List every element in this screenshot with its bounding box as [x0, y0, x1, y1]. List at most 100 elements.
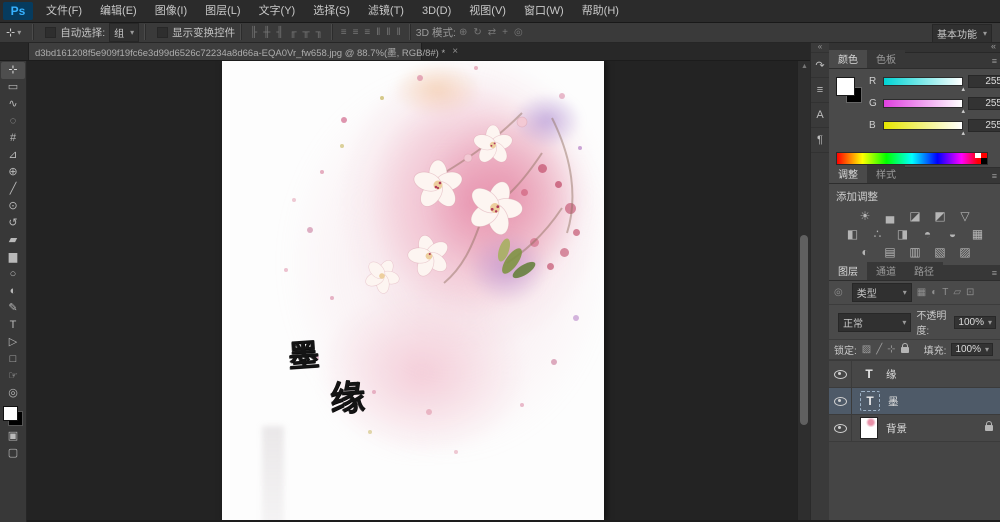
- clone-stamp-tool[interactable]: ⊙: [1, 198, 25, 215]
- menu-edit[interactable]: 编辑(E): [91, 0, 146, 22]
- auto-select-checkbox[interactable]: [45, 27, 56, 38]
- channel-mixer-icon[interactable]: ◒: [945, 227, 961, 241]
- panel-menu-icon[interactable]: ≡: [992, 56, 997, 66]
- distribute-icon[interactable]: ‖: [394, 27, 404, 38]
- brush-tool[interactable]: ╱: [1, 181, 25, 198]
- slider-marker-icon[interactable]: ▴: [961, 129, 965, 137]
- green-value-field[interactable]: 255: [968, 97, 1000, 110]
- menu-type[interactable]: 文字(Y): [250, 0, 305, 22]
- menu-select[interactable]: 选择(S): [304, 0, 359, 22]
- canvas-area[interactable]: 墨 缘: [26, 60, 797, 520]
- opacity-field[interactable]: 100% ▾: [954, 316, 996, 329]
- history-panel-icon[interactable]: ↷: [811, 53, 829, 78]
- align-icon[interactable]: ╥: [300, 27, 313, 38]
- posterize-icon[interactable]: ▤: [882, 245, 898, 259]
- history-brush-tool[interactable]: ↺: [1, 215, 25, 232]
- move-tool[interactable]: ⊹: [1, 62, 25, 79]
- properties-panel-icon[interactable]: ≡: [811, 78, 829, 103]
- document-tab[interactable]: d3bd161208f5e909f19fc6e3d99d6526c72234a8…: [28, 42, 422, 60]
- green-slider[interactable]: ▴: [883, 99, 963, 108]
- black-white-icon[interactable]: ◨: [895, 227, 911, 241]
- panel-color-swatches[interactable]: [836, 77, 862, 103]
- gradient-tool[interactable]: ▆: [1, 249, 25, 266]
- menu-layer[interactable]: 图层(L): [196, 0, 249, 22]
- quick-mask-button[interactable]: ▣: [1, 428, 25, 445]
- selective-color-icon[interactable]: ▨: [957, 245, 973, 259]
- gradient-map-icon[interactable]: ▧: [932, 245, 948, 259]
- threshold-icon[interactable]: ▥: [907, 245, 923, 259]
- visibility-toggle[interactable]: [829, 361, 852, 387]
- marquee-tool[interactable]: ▭: [1, 79, 25, 96]
- slider-marker-icon[interactable]: ▴: [961, 85, 965, 93]
- blue-value-field[interactable]: 255: [968, 119, 1000, 132]
- eyedropper-tool[interactable]: ⊿: [1, 147, 25, 164]
- tab-swatches[interactable]: 色板: [867, 50, 905, 68]
- panel-menu-icon[interactable]: ≡: [992, 268, 997, 278]
- tab-channels[interactable]: 通道: [867, 262, 905, 280]
- blend-mode-dropdown[interactable]: 正常 ▾: [838, 313, 911, 332]
- slider-marker-icon[interactable]: ▴: [961, 107, 965, 115]
- lock-pixels-icon[interactable]: ╱: [876, 344, 882, 355]
- foreground-color-swatch[interactable]: [836, 77, 855, 96]
- 3d-mode-icon[interactable]: ⊕: [456, 27, 470, 38]
- auto-select-dropdown[interactable]: 组 ▾: [109, 23, 139, 42]
- layer-row-yuan[interactable]: T 缘: [829, 361, 1000, 388]
- character-panel-icon[interactable]: A: [811, 103, 829, 128]
- menu-help[interactable]: 帮助(H): [573, 0, 628, 22]
- invert-icon[interactable]: ◐: [857, 245, 873, 259]
- dodge-tool[interactable]: ◐: [1, 283, 25, 300]
- menu-view[interactable]: 视图(V): [460, 0, 515, 22]
- visibility-toggle[interactable]: [829, 388, 852, 414]
- menu-image[interactable]: 图像(I): [146, 0, 196, 22]
- menu-3d[interactable]: 3D(D): [413, 0, 460, 22]
- distribute-icon[interactable]: ≡: [350, 27, 362, 38]
- align-icon[interactable]: ╖: [313, 27, 326, 38]
- align-icon[interactable]: ╢: [273, 27, 286, 38]
- photo-filter-icon[interactable]: ◓: [920, 227, 936, 241]
- blur-tool[interactable]: ○: [1, 266, 25, 283]
- filter-pixel-icon[interactable]: ▦: [917, 287, 926, 298]
- curves-icon[interactable]: ◪: [907, 209, 923, 223]
- tab-adjustments[interactable]: 调整: [829, 165, 867, 183]
- 3d-mode-icon[interactable]: +: [499, 27, 511, 38]
- document-page[interactable]: 墨 缘: [222, 60, 604, 520]
- distribute-icon[interactable]: ‖: [383, 27, 393, 38]
- scrollbar-thumb[interactable]: [800, 235, 808, 425]
- layer-name[interactable]: 缘: [886, 367, 897, 382]
- red-slider[interactable]: ▴: [883, 77, 963, 86]
- levels-icon[interactable]: ▄: [882, 209, 898, 223]
- pen-tool[interactable]: ✎: [1, 300, 25, 317]
- menu-window[interactable]: 窗口(W): [515, 0, 573, 22]
- workspace-dropdown[interactable]: 基本功能 ▾: [932, 24, 992, 43]
- blue-slider[interactable]: ▴: [883, 121, 963, 130]
- color-lookup-icon[interactable]: ▦: [970, 227, 986, 241]
- fill-field[interactable]: 100% ▾: [951, 343, 993, 356]
- distribute-icon[interactable]: ≡: [361, 27, 373, 38]
- close-icon[interactable]: ×: [452, 46, 458, 57]
- screen-mode-button[interactable]: ▢: [1, 445, 25, 462]
- distribute-icon[interactable]: ‖: [373, 27, 383, 38]
- collapse-panels-icon[interactable]: «: [811, 42, 829, 53]
- eraser-tool[interactable]: ▰: [1, 232, 25, 249]
- layer-thumbnail[interactable]: [860, 417, 878, 439]
- lasso-tool[interactable]: ∿: [1, 96, 25, 113]
- type-tool[interactable]: T: [1, 317, 25, 334]
- shape-tool[interactable]: □: [1, 351, 25, 368]
- 3d-mode-icon[interactable]: ↻: [470, 27, 484, 38]
- zoom-tool[interactable]: ◎: [1, 385, 25, 402]
- brightness-contrast-icon[interactable]: ☀: [857, 209, 873, 223]
- tab-layers[interactable]: 图层: [829, 262, 867, 280]
- color-swatches[interactable]: [3, 406, 23, 426]
- visibility-toggle[interactable]: [829, 415, 852, 441]
- red-value-field[interactable]: 255: [968, 75, 1000, 88]
- layer-row-mo[interactable]: T 墨: [829, 388, 1000, 415]
- layer-row-background[interactable]: 背景: [829, 415, 1000, 442]
- filter-shape-icon[interactable]: ▱: [953, 287, 961, 298]
- tab-color[interactable]: 颜色: [829, 50, 867, 68]
- healing-brush-tool[interactable]: ⊕: [1, 164, 25, 181]
- layer-name[interactable]: 墨: [888, 394, 899, 409]
- color-spectrum-bar[interactable]: [836, 152, 988, 165]
- vibrance-icon[interactable]: ▽: [957, 209, 973, 223]
- path-selection-tool[interactable]: ▷: [1, 334, 25, 351]
- layer-filter-dropdown[interactable]: 类型 ▾: [852, 283, 912, 302]
